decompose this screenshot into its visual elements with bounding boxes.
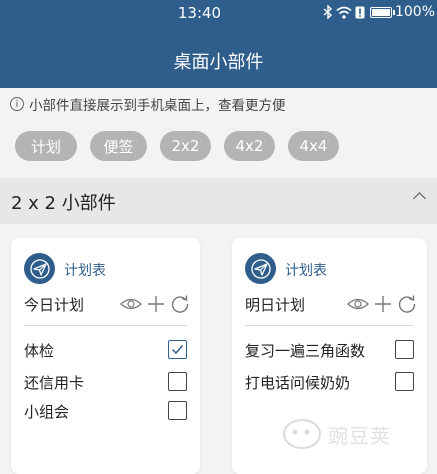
status-bar: 13:40 100% bbox=[0, 0, 437, 30]
refresh-icon[interactable] bbox=[397, 294, 417, 318]
task-checkbox[interactable] bbox=[168, 340, 187, 359]
card-app-name: 计划表 bbox=[64, 263, 106, 279]
card-subtitle: 今日计划 bbox=[24, 296, 85, 314]
tag-2x2[interactable]: 2x2 bbox=[160, 131, 211, 161]
task-text: 小组会 bbox=[24, 403, 70, 421]
watermark-logo-icon bbox=[283, 419, 321, 449]
watermark: 豌豆荚 bbox=[280, 412, 410, 452]
task-row[interactable]: 打电话问候奶奶 bbox=[245, 370, 414, 394]
battery-level bbox=[371, 8, 390, 16]
refresh-icon[interactable] bbox=[170, 294, 190, 318]
task-checkbox[interactable] bbox=[168, 372, 187, 391]
wifi-icon bbox=[336, 6, 352, 19]
task-row[interactable]: 还信用卡 bbox=[24, 370, 187, 394]
card-divider bbox=[245, 325, 414, 326]
card-tools bbox=[347, 294, 417, 318]
status-icons: 100% bbox=[323, 4, 435, 20]
task-checkbox[interactable] bbox=[395, 372, 414, 391]
task-text: 复习一遍三角函数 bbox=[245, 342, 366, 360]
app-header: 13:40 100% 桌面小部件 bbox=[0, 0, 437, 88]
section-title: 2 x 2 小部件 bbox=[11, 193, 116, 214]
task-checkbox[interactable] bbox=[395, 340, 414, 359]
page-title: 桌面小部件 bbox=[173, 52, 264, 73]
task-row[interactable]: 体检 bbox=[24, 338, 187, 362]
info-text: 小部件直接展示到手机桌面上，查看更方便 bbox=[29, 98, 286, 114]
info-banner: i 小部件直接展示到手机桌面上，查看更方便 bbox=[10, 94, 286, 114]
checkmark-icon bbox=[171, 345, 184, 355]
task-text: 体检 bbox=[24, 342, 55, 360]
card-divider bbox=[24, 325, 187, 326]
paper-plane-icon bbox=[245, 253, 276, 284]
battery-icon bbox=[369, 6, 395, 18]
eye-icon[interactable] bbox=[120, 296, 142, 316]
task-text: 打电话问候奶奶 bbox=[245, 374, 351, 392]
tag-4x4[interactable]: 4x4 bbox=[288, 131, 339, 161]
card-app-name: 计划表 bbox=[285, 263, 327, 279]
bluetooth-icon bbox=[323, 5, 333, 19]
watermark-text: 豌豆荚 bbox=[328, 424, 391, 448]
tag-notes[interactable]: 便签 bbox=[90, 131, 147, 161]
sim-alert-icon bbox=[355, 6, 365, 19]
task-text: 还信用卡 bbox=[24, 374, 85, 392]
info-icon: i bbox=[10, 97, 24, 111]
battery-percent: 100% bbox=[394, 4, 435, 20]
plus-icon[interactable] bbox=[146, 294, 166, 318]
chevron-up-icon[interactable] bbox=[413, 192, 426, 205]
eye-icon[interactable] bbox=[347, 296, 369, 316]
tag-plan[interactable]: 计划 bbox=[15, 131, 77, 161]
task-row[interactable]: 复习一遍三角函数 bbox=[245, 338, 414, 362]
paper-plane-icon bbox=[24, 253, 55, 284]
widget-filter-tags: 计划 便签 2x2 4x2 4x4 bbox=[15, 131, 339, 161]
task-checkbox[interactable] bbox=[168, 401, 187, 420]
card-subtitle: 明日计划 bbox=[245, 296, 306, 314]
widget-card-today[interactable]: 计划表 今日计划 体检 还信用卡 小组会 bbox=[11, 238, 200, 474]
tag-4x2[interactable]: 4x2 bbox=[224, 131, 275, 161]
task-row[interactable]: 小组会 bbox=[24, 399, 187, 423]
plus-icon[interactable] bbox=[373, 294, 393, 318]
card-tools bbox=[120, 294, 190, 318]
section-header-2x2[interactable]: 2 x 2 小部件 bbox=[0, 178, 437, 224]
